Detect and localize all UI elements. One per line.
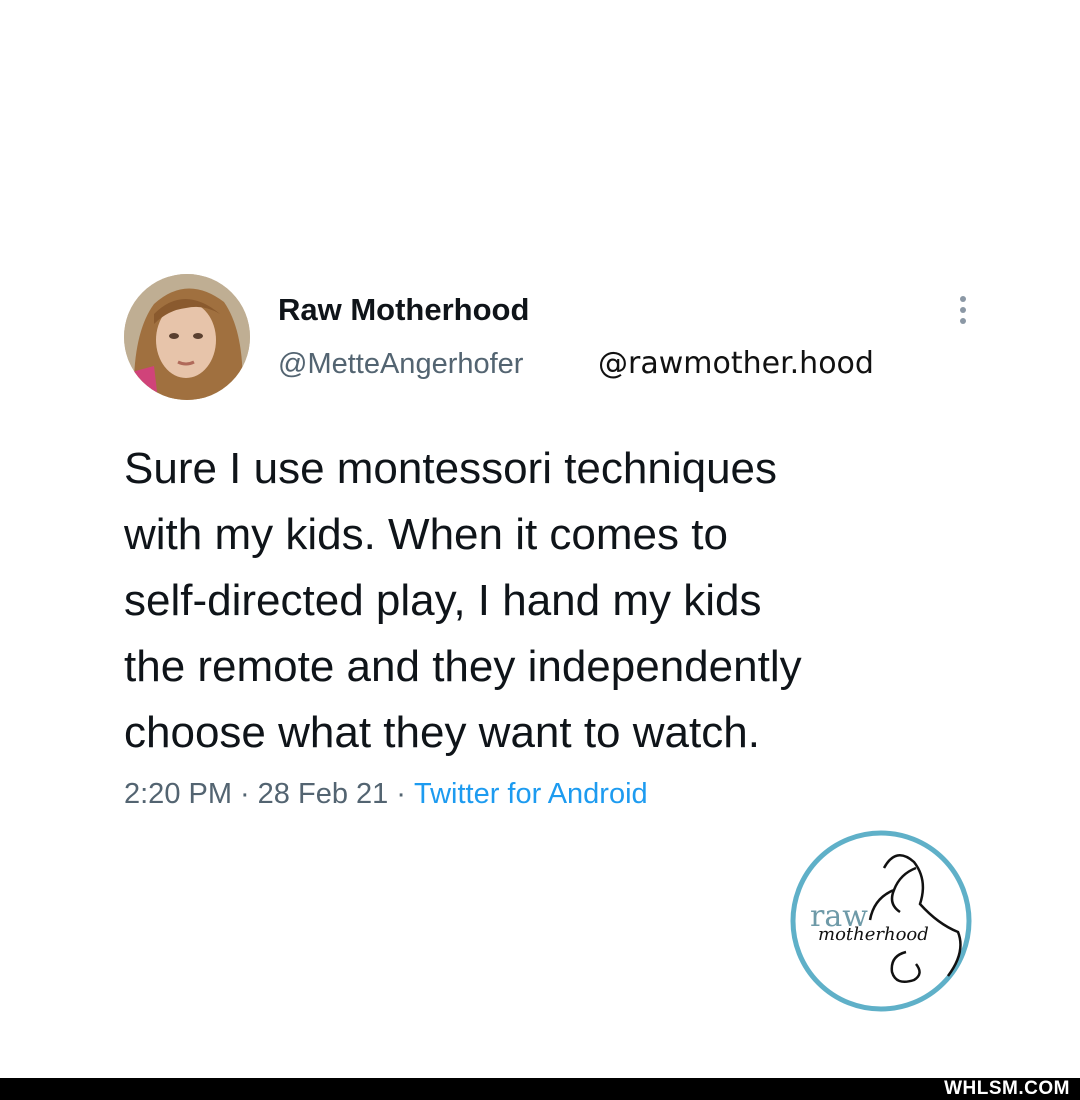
- site-watermark: WHLSM.COM: [944, 1078, 1070, 1099]
- tweet-text-line: choose what they want to watch.: [124, 708, 760, 757]
- logo-graphic: raw motherhood: [790, 830, 972, 1012]
- footer-bar: WHLSM.COM: [0, 1078, 1080, 1100]
- tweet-meta: 2:20 PM · 28 Feb 21 · Twitter for Android: [124, 778, 648, 811]
- tweet-text: Sure I use montessori techniques with my…: [124, 436, 1024, 766]
- tweet-text-line: with my kids. When it comes to: [124, 510, 728, 559]
- tweet-text-line: self-directed play, I hand my kids: [124, 576, 762, 625]
- instagram-handle-overlay: @rawmother.hood: [598, 346, 874, 381]
- avatar-photo: [124, 274, 250, 400]
- avatar[interactable]: [124, 274, 250, 400]
- tweet-source-link[interactable]: Twitter for Android: [414, 778, 648, 810]
- tweet-time[interactable]: 2:20 PM: [124, 778, 232, 810]
- display-name[interactable]: Raw Motherhood: [278, 292, 529, 328]
- meta-separator: ·: [396, 778, 406, 810]
- svg-text:motherhood: motherhood: [818, 924, 929, 945]
- tweet-date[interactable]: 28 Feb 21: [258, 778, 389, 810]
- raw-motherhood-logo: raw motherhood: [788, 828, 974, 1014]
- tweet-text-line: the remote and they independently: [124, 642, 802, 691]
- more-vertical-icon[interactable]: [952, 296, 974, 332]
- tweet-text-line: Sure I use montessori techniques: [124, 444, 778, 493]
- user-handle[interactable]: @MetteAngerhofer: [278, 348, 523, 381]
- meta-separator: ·: [240, 778, 250, 810]
